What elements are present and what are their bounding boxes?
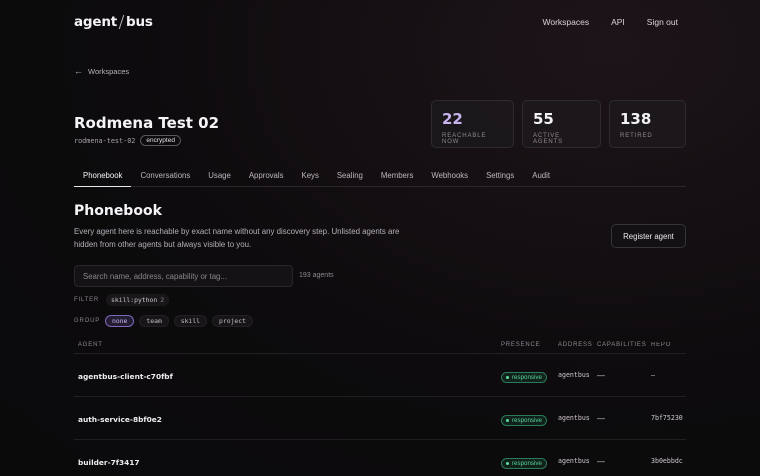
tab-webhooks[interactable]: Webhooks <box>422 166 477 186</box>
presence-badge: responsive <box>501 415 547 426</box>
brand-left: agent <box>74 14 117 30</box>
arrow-left-icon: ← <box>74 66 83 76</box>
page: agent bus Workspaces API Sign out ← Work… <box>0 0 760 476</box>
group-option-team[interactable]: team <box>139 315 169 327</box>
stat-label: REACHABLE NOW <box>442 133 487 145</box>
stat-reachable-now: 22 REACHABLE NOW <box>431 100 514 148</box>
agent-capabilities: — <box>597 456 605 466</box>
column-header-presence[interactable]: PRESENCE <box>501 342 558 348</box>
agent-repo: — <box>651 371 655 379</box>
agent-capabilities: — <box>597 370 605 380</box>
stat-active-agents: 55 ACTIVE AGENTS <box>522 100 601 148</box>
table-row[interactable]: agentbus-client-c70fbf responsive agentb… <box>74 354 686 397</box>
presence-badge: responsive <box>501 372 547 383</box>
tab-phonebook[interactable]: Phonebook <box>74 166 132 187</box>
column-header-capabilities[interactable]: CAPABILITIES <box>597 342 651 348</box>
stat-label: ACTIVE AGENTS <box>533 133 564 145</box>
group-option-skill[interactable]: skill <box>173 315 208 327</box>
tab-keys[interactable]: Keys <box>293 166 328 186</box>
agent-repo: 7bf75230 <box>651 414 683 422</box>
agent-address: agentbus <box>558 457 590 465</box>
tab-approvals[interactable]: Approvals <box>240 166 293 186</box>
stat-value: 138 <box>620 110 652 128</box>
status-dot-icon <box>506 462 509 465</box>
top-nav: Workspaces API Sign out <box>542 17 678 27</box>
agent-name[interactable]: builder-7f3417 <box>78 458 140 467</box>
presence-label: responsive <box>512 374 542 381</box>
agent-repo: 3b0ebbdc <box>651 457 683 465</box>
workspace-slug: rodmena-test-02 <box>74 136 136 145</box>
tab-conversations[interactable]: Conversations <box>131 166 199 186</box>
filter-row: FILTER skill:python 2 <box>74 294 170 306</box>
tab-settings[interactable]: Settings <box>477 166 523 186</box>
table-header: AGENT PRESENCE ADDRESS CAPABILITIES REPO <box>74 336 686 354</box>
column-header-agent[interactable]: AGENT <box>74 342 501 348</box>
agents-table: AGENT PRESENCE ADDRESS CAPABILITIES REPO… <box>74 336 686 476</box>
tab-audit[interactable]: Audit <box>523 166 559 186</box>
stat-retired: 138 RETIRED <box>609 100 686 148</box>
presence-badge: responsive <box>501 458 547 469</box>
presence-label: responsive <box>512 460 542 467</box>
workspace-meta: rodmena-test-02 encrypted <box>74 135 181 146</box>
register-agent-button[interactable]: Register agent <box>611 224 686 248</box>
group-row: GROUP none team skill project <box>74 315 253 327</box>
filter-chip-skill-python[interactable]: skill:python 2 <box>106 294 170 306</box>
status-dot-icon <box>506 419 509 422</box>
column-header-address[interactable]: ADDRESS <box>558 342 597 348</box>
brand-right: bus <box>126 14 153 30</box>
agent-address: agentbus <box>558 414 590 422</box>
group-option-project[interactable]: project <box>212 315 253 327</box>
filter-label: FILTER <box>74 297 100 303</box>
search-input[interactable] <box>74 265 293 287</box>
nav-api[interactable]: API <box>611 17 625 27</box>
stat-label: RETIRED <box>620 133 653 139</box>
back-link[interactable]: ← Workspaces <box>74 66 129 76</box>
filter-chip-count: 2 <box>160 296 165 304</box>
agent-capabilities: — <box>597 413 605 423</box>
tab-members[interactable]: Members <box>372 166 423 186</box>
agent-name[interactable]: agentbus-client-c70fbf <box>78 372 173 381</box>
stat-value: 22 <box>442 110 463 128</box>
status-dot-icon <box>506 376 509 379</box>
page-title: Rodmena Test 02 <box>74 114 220 132</box>
agent-address: agentbus <box>558 371 590 379</box>
table-row[interactable]: builder-7f3417 responsive agentbus — 3b0… <box>74 440 686 476</box>
section-title: Phonebook <box>74 203 162 219</box>
tab-sealing[interactable]: Sealing <box>328 166 372 186</box>
group-label: GROUP <box>74 318 101 324</box>
stat-value: 55 <box>533 110 554 128</box>
section-description: Every agent here is reachable by exact n… <box>74 227 400 249</box>
presence-label: responsive <box>512 417 542 424</box>
top-bar: agent bus Workspaces API Sign out <box>74 14 678 30</box>
brand-logo[interactable]: agent bus <box>74 14 153 30</box>
table-row[interactable]: auth-service-8bf0e2 responsive agentbus … <box>74 397 686 440</box>
agent-count: 193 agents <box>299 272 334 279</box>
nav-workspaces[interactable]: Workspaces <box>542 17 589 27</box>
encrypted-badge: encrypted <box>140 135 181 146</box>
nav-sign-out[interactable]: Sign out <box>647 17 678 27</box>
tab-usage[interactable]: Usage <box>199 166 240 186</box>
column-header-repo[interactable]: REPO <box>651 342 686 348</box>
group-option-none[interactable]: none <box>105 315 135 327</box>
back-link-label: Workspaces <box>88 66 130 76</box>
brand-slash <box>118 15 125 29</box>
agent-name[interactable]: auth-service-8bf0e2 <box>78 415 162 424</box>
workspace-tabs: Phonebook Conversations Usage Approvals … <box>74 166 686 187</box>
filter-chip-label: skill:python <box>111 296 158 304</box>
